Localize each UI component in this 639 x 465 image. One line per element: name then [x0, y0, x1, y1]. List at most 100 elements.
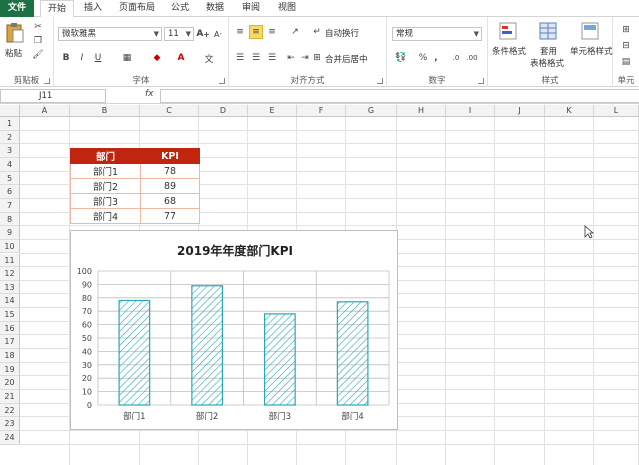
column-header-d[interactable]: D	[199, 105, 248, 117]
column-header-i[interactable]: I	[446, 105, 495, 117]
row-header-21[interactable]: 21	[0, 390, 20, 404]
row-header-1[interactable]: 1	[0, 117, 20, 131]
row-header-9[interactable]: 9	[0, 226, 20, 240]
header-department[interactable]: 部门	[70, 148, 141, 164]
row-header-8[interactable]: 8	[0, 212, 20, 227]
format-table-icon[interactable]	[538, 21, 558, 41]
bold-button[interactable]: B	[60, 51, 72, 65]
align-left-icon[interactable]: ☰	[233, 51, 247, 65]
header-kpi[interactable]: KPI	[140, 148, 200, 164]
fx-icon[interactable]: fx	[145, 89, 154, 99]
row-header-14[interactable]: 14	[0, 294, 20, 309]
table-cell[interactable]: 部门4	[70, 208, 141, 224]
format-cells-icon[interactable]: ▤	[619, 55, 633, 69]
table-cell[interactable]: 78	[140, 163, 200, 179]
column-header-j[interactable]: J	[495, 105, 545, 117]
cut-icon[interactable]: ✂	[32, 21, 44, 33]
grow-font-icon[interactable]: A +	[196, 27, 209, 41]
table-cell[interactable]: 89	[140, 178, 200, 194]
tab-home[interactable]: 开始	[40, 0, 74, 18]
table-cell[interactable]: 部门2	[70, 178, 141, 194]
font-name-select[interactable]: 微软雅黑 ▼	[58, 27, 162, 41]
conditional-format-button[interactable]: 条件格式	[492, 45, 526, 57]
merge-center-button[interactable]: 合并后居中	[325, 53, 368, 65]
format-table-label-2[interactable]: 表格格式	[530, 57, 564, 69]
align-middle-icon[interactable]: ≡	[249, 25, 263, 39]
number-launcher-icon[interactable]	[478, 78, 484, 84]
align-right-icon[interactable]: ☰	[265, 51, 279, 65]
cell-styles-button[interactable]: 单元格样式	[570, 45, 613, 57]
italic-button[interactable]: I	[76, 51, 88, 65]
tab-data[interactable]: 数据	[200, 0, 230, 17]
underline-button[interactable]: U	[92, 51, 104, 65]
tab-page-layout[interactable]: 页面布局	[114, 0, 160, 17]
row-header-3[interactable]: 3	[0, 144, 20, 158]
copy-icon[interactable]: ❐	[32, 35, 44, 47]
row-header-17[interactable]: 17	[0, 335, 20, 350]
kpi-bar-chart[interactable]: 2019年年度部门KPI 0 10 20 30 40 50 60 70 80 90 100 部门1 部门2…	[71, 231, 399, 431]
formula-input[interactable]	[160, 89, 639, 103]
increase-indent-icon[interactable]: ⇥	[299, 51, 311, 65]
align-center-icon[interactable]: ☰	[249, 51, 263, 65]
row-header-11[interactable]: 11	[0, 253, 20, 268]
row-header-2[interactable]: 2	[0, 130, 20, 145]
column-header-g[interactable]: G	[346, 105, 397, 117]
row-header-22[interactable]: 22	[0, 403, 20, 418]
row-header-24[interactable]: 24	[0, 430, 20, 445]
wrap-text-icon[interactable]: ↵	[311, 25, 323, 39]
insert-cells-icon[interactable]: ⊞	[619, 23, 633, 37]
format-table-label-1[interactable]: 套用	[540, 45, 557, 57]
conditional-format-icon[interactable]	[498, 21, 518, 41]
orientation-icon[interactable]: ↗	[287, 25, 303, 39]
paste-icon[interactable]	[4, 21, 26, 45]
row-header-5[interactable]: 5	[0, 171, 20, 186]
row-header-18[interactable]: 18	[0, 349, 20, 363]
format-painter-icon[interactable]: 🖌	[32, 49, 44, 61]
merge-icon[interactable]: ⊞	[311, 51, 323, 65]
column-header-a[interactable]: A	[20, 105, 70, 117]
border-icon[interactable]: ▦	[120, 51, 134, 65]
worksheet[interactable]: ABCDEFGHIJKL 1 2 3 4 5 6 7 8 9 10 11 12 13 14 15 16 17 18…	[0, 105, 639, 465]
row-header-6[interactable]: 6	[0, 185, 20, 199]
tab-insert[interactable]: 插入	[78, 0, 108, 17]
wrap-text-button[interactable]: 自动换行	[325, 27, 359, 39]
paste-label[interactable]: 粘贴	[5, 47, 22, 59]
tab-review[interactable]: 审阅	[236, 0, 266, 17]
decrease-indent-icon[interactable]: ⇤	[285, 51, 297, 65]
align-top-icon[interactable]: ≡	[233, 25, 247, 39]
row-header-16[interactable]: 16	[0, 321, 20, 336]
row-header-19[interactable]: 19	[0, 362, 20, 377]
column-header-l[interactable]: L	[594, 105, 639, 117]
cell-styles-icon[interactable]	[580, 21, 600, 41]
row-header-13[interactable]: 13	[0, 280, 20, 295]
alignment-launcher-icon[interactable]	[377, 78, 383, 84]
row-header-20[interactable]: 20	[0, 376, 20, 390]
font-launcher-icon[interactable]	[219, 78, 225, 84]
percent-button[interactable]: %	[417, 51, 429, 65]
row-header-7[interactable]: 7	[0, 198, 20, 213]
font-size-select[interactable]: 11 ▼	[164, 27, 194, 41]
row-header-10[interactable]: 10	[0, 239, 20, 254]
row-header-15[interactable]: 15	[0, 308, 20, 322]
column-header-b[interactable]: B	[70, 105, 140, 117]
column-header-h[interactable]: H	[397, 105, 446, 117]
tab-view[interactable]: 视图	[272, 0, 302, 17]
select-all-corner[interactable]	[0, 105, 20, 117]
table-cell[interactable]: 部门3	[70, 193, 141, 209]
column-header-c[interactable]: C	[140, 105, 199, 117]
row-header-4[interactable]: 4	[0, 157, 20, 172]
align-bottom-icon[interactable]: ≡	[265, 25, 279, 39]
delete-cells-icon[interactable]: ⊟	[619, 39, 633, 53]
row-header-12[interactable]: 12	[0, 267, 20, 281]
table-cell[interactable]: 68	[140, 193, 200, 209]
name-box[interactable]: J11	[0, 89, 106, 103]
phonetic-icon[interactable]: 文	[202, 51, 216, 65]
decrease-decimal-icon[interactable]: .00	[465, 51, 479, 65]
currency-icon[interactable]: 💱	[393, 51, 409, 65]
chart-area[interactable]: 2019年年度部门KPI 0 10 20 30 40 50 60 70 80 90 100 部门1 部门2…	[70, 230, 398, 430]
tab-file[interactable]: 文件	[0, 0, 34, 17]
shrink-font-icon[interactable]: A-	[212, 27, 224, 41]
table-cell[interactable]: 部门1	[70, 163, 141, 179]
clipboard-launcher-icon[interactable]	[44, 78, 50, 84]
column-header-k[interactable]: K	[545, 105, 594, 117]
